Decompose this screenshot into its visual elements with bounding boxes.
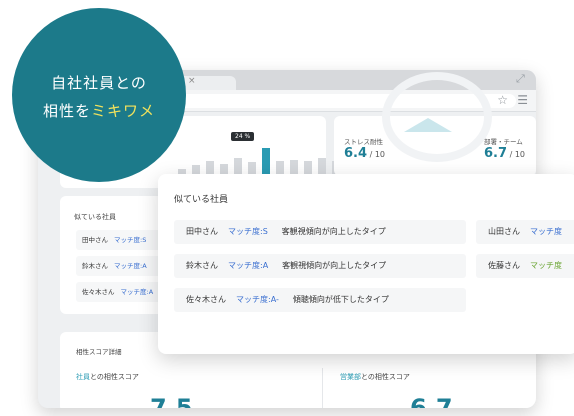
- menu-icon[interactable]: ☰: [517, 93, 528, 107]
- similar-employees-title: 似ている社員: [74, 213, 116, 221]
- popup-list-item[interactable]: 山田さん マッチ度: [476, 220, 574, 244]
- employee-score-value: 7.5: [150, 394, 193, 408]
- popup-title: 似ている社員: [174, 195, 229, 205]
- score-detail-title: 相性スコア詳細: [76, 348, 122, 356]
- type-description: 客観視傾向が向上したタイプ: [282, 261, 387, 270]
- distribution-bar: [262, 148, 270, 174]
- employee-name: 鈴木さん: [82, 262, 108, 270]
- distribution-bar: [276, 161, 284, 174]
- popup-list-item[interactable]: 佐藤さん マッチ度: [476, 254, 574, 278]
- match-level: マッチ度:S: [114, 236, 147, 244]
- popup-list-item[interactable]: 田中さん マッチ度:S 客観視傾向が向上したタイプ: [174, 220, 466, 244]
- distribution-bar: [248, 162, 256, 174]
- employee-score-rest: との相性スコア: [90, 373, 139, 381]
- team-value: 6.7 / 10: [484, 146, 525, 161]
- distribution-bar: [290, 160, 298, 174]
- star-icon[interactable]: ☆: [497, 93, 508, 107]
- distribution-bar: [192, 165, 200, 174]
- stage: × ⤢ ☆ ☰ 24 % ストレス耐性 6.4 / 10 部署・チーム 6.7 …: [0, 0, 574, 416]
- match-level: マッチ度: [530, 261, 562, 270]
- distribution-bar: [234, 158, 242, 174]
- match-level: マッチ度: [530, 227, 562, 236]
- type-description: 傾聴傾向が低下したタイプ: [292, 295, 389, 304]
- callout-highlight: ミキワメ: [91, 102, 156, 120]
- radar-chart: [382, 72, 492, 162]
- employee-name: 佐々木さん: [186, 295, 226, 304]
- distribution-bar: [206, 161, 214, 174]
- employee-name: 田中さん: [82, 236, 108, 244]
- popup-list-item[interactable]: 鈴木さん マッチ度:A 客観視傾向が向上したタイプ: [174, 254, 466, 278]
- employee-name: 山田さん: [488, 227, 520, 236]
- match-level: マッチ度:A: [114, 262, 147, 270]
- stress-tolerance-denominator: / 10: [367, 150, 385, 159]
- stress-card: ストレス耐性 6.4 / 10 部署・チーム 6.7 / 10: [334, 72, 536, 176]
- column-divider: [322, 368, 323, 408]
- match-level: マッチ度:A-: [236, 295, 279, 304]
- employee-name: 鈴木さん: [186, 261, 218, 270]
- popup-list-item[interactable]: 佐々木さん マッチ度:A- 傾聴傾向が低下したタイプ: [174, 288, 466, 312]
- department-score-value: 6.7: [410, 394, 453, 408]
- bar-tooltip: 24 %: [231, 132, 255, 141]
- match-level: マッチ度:S: [228, 227, 268, 236]
- radar-shape: [404, 118, 452, 132]
- match-level: マッチ度:A: [120, 288, 154, 296]
- type-description: 客観視傾向が向上したタイプ: [281, 227, 386, 236]
- employee-name: 田中さん: [186, 227, 218, 236]
- headline-callout: 自社社員との 相性をミキワメ: [12, 8, 186, 182]
- callout-prefix: 相性を: [42, 102, 91, 120]
- distribution-bar: [318, 158, 326, 174]
- department-score-accent: 営業部: [340, 373, 361, 381]
- team-label: 部署・チーム: [484, 138, 523, 146]
- employee-score-title: 社員との相性スコア: [76, 372, 139, 382]
- department-score-rest: との相性スコア: [361, 373, 410, 381]
- callout-line-2: 相性をミキワメ: [12, 100, 186, 121]
- match-level: マッチ度:A: [228, 261, 269, 270]
- stress-tolerance-label: ストレス耐性: [344, 138, 383, 146]
- close-tab-icon[interactable]: ×: [188, 76, 196, 86]
- employee-name: 佐々木さん: [82, 288, 115, 296]
- callout-line-1: 自社社員との: [51, 74, 147, 92]
- employee-score-accent: 社員: [76, 373, 90, 381]
- expand-icon[interactable]: ⤢: [516, 73, 528, 85]
- team-number: 6.7: [484, 146, 508, 161]
- distribution-bar: [304, 161, 312, 174]
- team-denominator: / 10: [507, 150, 525, 159]
- stress-tolerance-value: 6.4 / 10: [344, 146, 385, 161]
- stress-tolerance-number: 6.4: [344, 146, 368, 161]
- similar-employees-popup: 似ている社員 田中さん マッチ度:S 客観視傾向が向上したタイプ 鈴木さん マッチ度:…: [158, 174, 574, 354]
- distribution-bar: [220, 164, 228, 174]
- department-score-title: 営業部との相性スコア: [340, 372, 410, 382]
- employee-name: 佐藤さん: [488, 261, 520, 270]
